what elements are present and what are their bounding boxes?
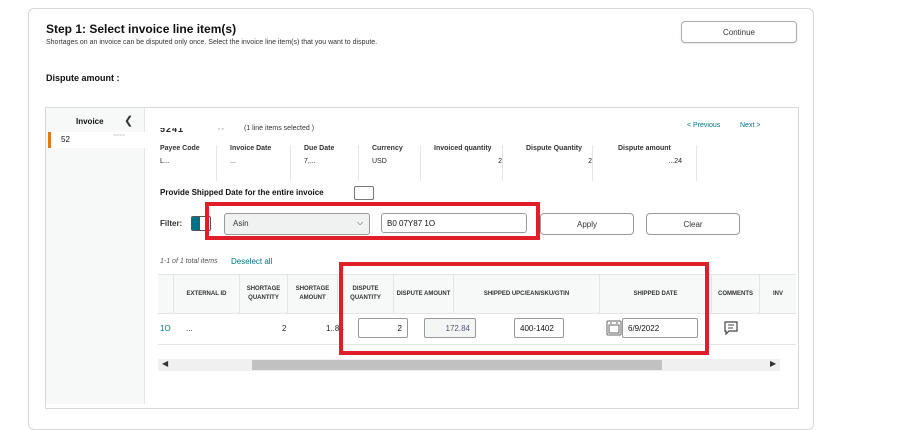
meta-value: ... xyxy=(230,158,236,165)
meta-invoiced-quantity: Invoiced quantity 2 xyxy=(434,145,503,181)
columns-highlight-box xyxy=(339,262,709,355)
previous-link[interactable]: < Previous xyxy=(687,122,720,129)
scrollbar-thumb[interactable] xyxy=(252,360,662,370)
meta-value: USD xyxy=(372,158,387,165)
continue-button[interactable]: Continue xyxy=(681,21,797,43)
shortage-quantity-cell: 2 xyxy=(282,324,287,333)
meta-value: 7,... xyxy=(304,158,316,165)
column-header-comments[interactable]: COMMENTS xyxy=(712,275,760,313)
scroll-left-icon[interactable]: ◀ xyxy=(162,359,168,368)
shipped-date-toggle[interactable] xyxy=(354,186,374,200)
sidebar-heading: Invoice xyxy=(76,117,104,126)
meta-value: 2 xyxy=(588,158,592,165)
apply-button[interactable]: Apply xyxy=(540,213,634,235)
external-id-cell: ... xyxy=(186,324,193,333)
meta-invoice-date: Invoice Date ... xyxy=(230,145,291,181)
column-header-shortage-quantity[interactable]: SHORTAGE QUANTITY xyxy=(240,275,288,313)
invoice-main: 5241 , , (1 line items selected ) < Prev… xyxy=(148,108,796,404)
meta-label: Due Date xyxy=(304,145,335,152)
items-count: 1-1 of 1 total items xyxy=(160,258,218,265)
filter-highlight-box xyxy=(205,202,540,240)
meta-value: L... xyxy=(160,158,170,165)
selected-count: (1 line items selected ) xyxy=(244,125,315,132)
meta-value: ...24 xyxy=(668,158,682,165)
shipped-date-label: Provide Shipped Date for the entire invo… xyxy=(160,188,324,197)
sidebar-item-label: 52 xyxy=(61,135,70,144)
meta-currency: Currency USD xyxy=(372,145,421,181)
comment-icon[interactable] xyxy=(724,321,738,336)
meta-dispute-quantity: Dispute Quantity 2 xyxy=(526,145,593,181)
deselect-all-link[interactable]: Deselect all xyxy=(231,257,272,266)
sidebar-item-sub: ~~~~ xyxy=(113,133,125,139)
row-prefix: 1O xyxy=(160,324,171,333)
column-header-select xyxy=(158,275,174,313)
chevron-left-icon[interactable]: ❮ xyxy=(124,114,133,127)
column-header-shortage-amount[interactable]: SHORTAGE AMOUNT xyxy=(288,275,338,313)
invoice-id-tail: , , xyxy=(218,124,224,131)
meta-label: Payee Code xyxy=(160,145,200,152)
invoice-sidebar: Invoice ❮ 52 ~~~~ xyxy=(46,108,145,404)
sidebar-item-invoice[interactable]: 52 ~~~~ xyxy=(48,132,145,148)
scroll-right-icon[interactable]: ▶ xyxy=(770,359,776,368)
horizontal-scrollbar[interactable]: ◀ ▶ xyxy=(158,359,780,371)
column-header-inv[interactable]: INV xyxy=(760,275,796,313)
column-header-external-id[interactable]: EXTERNAL ID xyxy=(174,275,240,313)
filter-label: Filter: xyxy=(160,219,183,228)
page-subtitle: Shortages on an invoice can be disputed … xyxy=(46,39,378,46)
meta-due-date: Due Date 7,... xyxy=(304,145,359,181)
meta-label: Currency xyxy=(372,145,403,152)
dispute-amount-label: Dispute amount : xyxy=(46,73,120,83)
page-title: Step 1: Select invoice line item(s) xyxy=(46,22,237,36)
meta-value: 2 xyxy=(498,158,502,165)
meta-label: Dispute Quantity xyxy=(526,145,583,152)
clear-button[interactable]: Clear xyxy=(646,213,740,235)
filter-toggle-fill xyxy=(192,217,200,230)
invoice-id-mask xyxy=(158,122,192,128)
meta-label: Invoice Date xyxy=(230,145,272,152)
meta-dispute-amount: Dispute amount ...24 xyxy=(618,145,697,181)
next-link[interactable]: Next > xyxy=(740,122,760,129)
meta-label: Invoiced quantity xyxy=(434,145,492,152)
meta-payee-code: Payee Code L... xyxy=(160,145,217,181)
meta-label: Dispute amount xyxy=(618,145,671,152)
